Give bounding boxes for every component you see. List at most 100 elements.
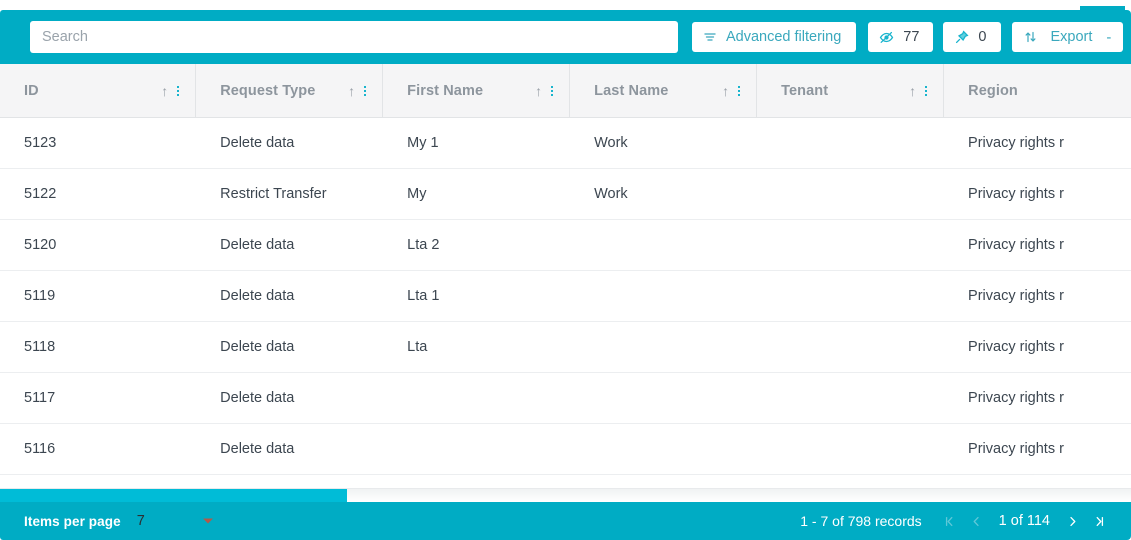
first-page-button[interactable]	[936, 508, 963, 534]
column-header-icons: ↑	[161, 84, 183, 98]
column-header-region[interactable]: Region	[944, 64, 1131, 117]
column-header-label: First Name	[407, 82, 484, 99]
column-header-request-type[interactable]: Request Type ↑	[196, 64, 384, 117]
table-row[interactable]: 5117 Delete data Privacy rights r	[0, 373, 1131, 424]
column-header-label: Tenant	[781, 82, 829, 99]
cell-request-type: Delete data	[220, 135, 295, 151]
cell-last-name	[570, 424, 757, 474]
grid-header-row: ID ↑ Request Type ↑ First Name ↑ Last Name ↑ Ten…	[0, 64, 1131, 118]
column-header-label: Request Type	[220, 82, 316, 99]
cell-request-type: Delete data	[220, 288, 295, 304]
horizontal-scrollbar-track[interactable]	[0, 488, 1131, 502]
table-row[interactable]: 5118 Delete data Lta Privacy rights r	[0, 322, 1131, 373]
cell-id: 5123	[24, 135, 57, 151]
cell-tenant	[757, 118, 944, 168]
advanced-filtering-label: Advanced filtering	[726, 29, 842, 45]
record-range-label: 1 - 7 of 798 records	[800, 513, 922, 529]
table-row[interactable]: 5123 Delete data My 1 Work Privacy rights r	[0, 118, 1131, 169]
advanced-filtering-button[interactable]: Advanced filtering	[692, 22, 857, 52]
column-header-tenant[interactable]: Tenant ↑	[757, 64, 945, 117]
grid-footer: Items per page 7 1 - 7 of 798 records 1 …	[0, 502, 1131, 540]
cell-region: Privacy rights r	[968, 288, 1064, 304]
column-header-icons: ↑	[722, 84, 744, 98]
sort-ascending-icon[interactable]: ↑	[161, 84, 168, 98]
cell-first-name: Lta	[407, 339, 428, 355]
chevron-right-icon	[1070, 516, 1076, 526]
grid-body: 5123 Delete data My 1 Work Privacy rights r5…	[0, 118, 1131, 475]
cell-id: 5118	[24, 339, 56, 355]
column-menu-icon[interactable]	[362, 85, 368, 97]
cell-first-name	[383, 373, 570, 423]
cell-region: Privacy rights r	[968, 237, 1064, 253]
table-row[interactable]: 5122 Restrict Transfer My Work Privacy right…	[0, 169, 1131, 220]
table-row[interactable]: 5120 Delete data Lta 2 Privacy rights r	[0, 220, 1131, 271]
horizontal-scrollbar-thumb[interactable]	[0, 489, 347, 502]
pagination: 1 - 7 of 798 records 1 of 114	[800, 508, 1113, 534]
sort-ascending-icon[interactable]: ↑	[722, 84, 729, 98]
sort-ascending-icon[interactable]: ↑	[348, 84, 355, 98]
export-label: Export	[1050, 29, 1093, 45]
data-grid-page: Advanced filtering 77	[0, 0, 1131, 540]
column-menu-icon[interactable]	[175, 85, 181, 97]
items-per-page-value: 7	[136, 513, 145, 529]
column-header-last-name[interactable]: Last Name ↑	[570, 64, 758, 117]
cell-last-name	[570, 322, 757, 372]
cell-request-type: Delete data	[220, 339, 295, 355]
cell-first-name: Lta 1	[407, 288, 440, 304]
cell-last-name	[570, 271, 757, 321]
column-menu-icon[interactable]	[923, 85, 929, 97]
cell-tenant	[757, 424, 944, 474]
cell-tenant	[757, 271, 944, 321]
cell-first-name: My	[407, 186, 427, 202]
cell-request-type: Delete data	[220, 390, 295, 406]
table-row[interactable]: 5119 Delete data Lta 1 Privacy rights r	[0, 271, 1131, 322]
cell-region: Privacy rights r	[968, 339, 1064, 355]
cell-id: 5117	[24, 390, 56, 406]
cell-tenant	[757, 220, 944, 270]
column-header-id[interactable]: ID ↑	[0, 64, 197, 117]
last-page-button[interactable]	[1086, 508, 1113, 534]
cell-tenant	[757, 322, 944, 372]
chevron-down-icon	[202, 518, 213, 524]
last-page-icon	[1096, 516, 1104, 526]
cell-first-name: My 1	[407, 135, 439, 151]
export-button[interactable]: Export -	[1012, 22, 1124, 52]
cell-region: Privacy rights r	[968, 186, 1064, 202]
cell-request-type: Delete data	[220, 441, 295, 457]
grid-toolbar: Advanced filtering 77	[0, 10, 1131, 64]
export-caret-icon: -	[1106, 28, 1112, 46]
column-menu-icon[interactable]	[549, 85, 555, 97]
cell-id: 5116	[24, 441, 56, 457]
sort-ascending-icon[interactable]: ↑	[909, 84, 916, 98]
pin-icon	[955, 30, 969, 44]
first-page-icon	[945, 516, 953, 526]
cell-region: Privacy rights r	[968, 390, 1064, 406]
hidden-columns-button[interactable]: 77	[868, 22, 934, 52]
data-grid: ID ↑ Request Type ↑ First Name ↑ Last Name ↑ Ten…	[0, 64, 1131, 488]
pinned-columns-button[interactable]: 0	[943, 22, 1002, 52]
pinned-columns-count: 0	[978, 29, 987, 45]
column-header-first-name[interactable]: First Name ↑	[383, 64, 571, 117]
cell-last-name	[570, 220, 757, 270]
cell-request-type: Delete data	[220, 237, 295, 253]
next-page-button[interactable]	[1059, 508, 1086, 534]
column-header-label: Last Name	[594, 82, 669, 99]
table-row[interactable]: 5116 Delete data Privacy rights r	[0, 424, 1131, 475]
cell-id: 5120	[24, 237, 57, 253]
chevron-left-icon	[973, 516, 979, 526]
items-per-page-select[interactable]: 7	[137, 513, 225, 529]
column-header-label: Region	[968, 82, 1018, 99]
cell-first-name	[383, 424, 570, 474]
previous-page-button[interactable]	[963, 508, 990, 534]
column-header-label: ID	[24, 82, 39, 99]
cell-last-name: Work	[594, 186, 628, 202]
cell-tenant	[757, 373, 944, 423]
search-input[interactable]	[30, 21, 678, 53]
cell-last-name	[570, 373, 757, 423]
column-header-icons: ↑	[348, 84, 370, 98]
cell-tenant	[757, 169, 944, 219]
column-menu-icon[interactable]	[736, 85, 742, 97]
column-header-icons: ↑	[909, 84, 931, 98]
cell-region: Privacy rights r	[968, 135, 1064, 151]
sort-ascending-icon[interactable]: ↑	[535, 84, 542, 98]
